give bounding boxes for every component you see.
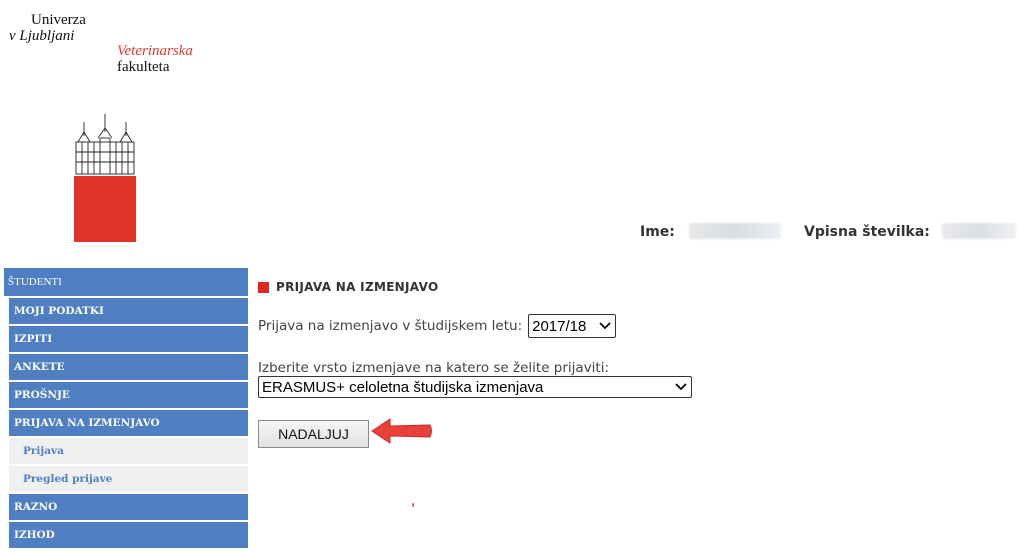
university-emblem-logo [74,112,136,242]
enrollment-number-label: Vpisna številka: [804,224,930,240]
stray-mark [412,503,414,507]
page-title-row: PRIJAVA NA IZMENJAVO [258,280,998,294]
exchange-type-select[interactable]: ERASMUS+ celoletna študijska izmenjava [258,376,692,398]
exchange-type-label: Izberite vrsto izmenjave na katero se že… [258,360,610,376]
university-name-line1: Univerza [31,12,86,28]
name-value-redacted [689,223,781,239]
sidebar-item-misc[interactable]: RAZNO [9,494,248,520]
enrollment-number-redacted [942,223,1016,239]
emblem-red-block [74,176,136,242]
faculty-name-line2: fakulteta [117,59,170,75]
chevron-down-icon [675,383,687,391]
page-title: PRIJAVA NA IZMENJAVO [276,280,439,294]
faculty-name-line1: Veterinarska [117,43,193,59]
year-select-value: 2017/18 [532,317,587,335]
year-select[interactable]: 2017/18 [528,314,617,338]
university-name-line2: v Ljubljani [9,28,75,44]
sidebar-item-logout[interactable]: IZHOD [9,522,248,548]
sidebar-header-students[interactable]: ŠTUDENTI [4,268,248,296]
sidebar-subitem-application[interactable]: Prijava [9,438,248,464]
sidebar-subitem-application-review[interactable]: Pregled prijave [9,466,248,492]
sidebar-item-surveys[interactable]: ANKETE [9,354,248,380]
exchange-type-select-value: ERASMUS+ celoletna študijska izmenjava [262,378,544,396]
name-label: Ime: [640,224,675,240]
building-icon [75,114,135,175]
sidebar-item-my-data[interactable]: MOJI PODATKI [9,298,248,324]
year-row: Prijava na izmenjavo v študijskem letu: … [258,314,617,338]
year-label: Prijava na izmenjavo v študijskem letu: [258,318,523,334]
red-square-icon [258,281,269,293]
sidebar-item-requests[interactable]: PROŠNJE [9,382,248,408]
sidebar-item-exams[interactable]: IZPITI [9,326,248,352]
sidebar-menu: ŠTUDENTI MOJI PODATKI IZPITI ANKETE PROŠ… [4,268,248,550]
sidebar-item-exchange-application[interactable]: PRIJAVA NA IZMENJAVO [9,410,248,436]
main-content: PRIJAVA NA IZMENJAVO Prijava na izmenjav… [258,280,998,448]
chevron-down-icon [599,322,611,330]
continue-button[interactable]: NADALJUJ [258,420,369,448]
red-arrow-icon [371,418,432,444]
